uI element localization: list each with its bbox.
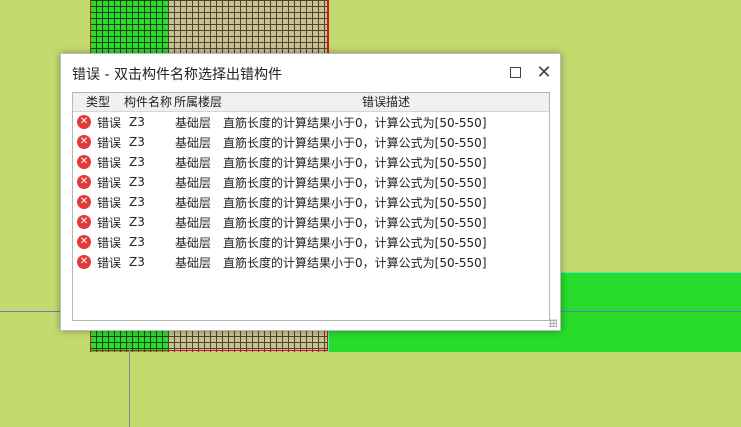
column-header-description[interactable]: 错误描述 <box>223 93 549 111</box>
table-row[interactable]: ✕ 错误 Z3 基础层 直筋长度的计算结果小于0，计算公式为[50-550] <box>73 232 549 252</box>
close-icon: ✕ <box>536 61 552 83</box>
error-x-icon: ✕ <box>77 135 91 149</box>
table-row[interactable]: ✕ 错误 Z3 基础层 直筋长度的计算结果小于0，计算公式为[50-550] <box>73 172 549 192</box>
component-name-cell[interactable]: Z3 <box>123 175 173 189</box>
component-name-cell[interactable]: Z3 <box>123 195 173 209</box>
column-header-name[interactable]: 构件名称 <box>123 93 173 111</box>
type-cell: ✕ 错误 <box>73 154 123 171</box>
error-x-icon: ✕ <box>77 215 91 229</box>
type-label: 错误 <box>97 135 122 150</box>
description-cell: 直筋长度的计算结果小于0，计算公式为[50-550] <box>223 135 487 150</box>
floor-cell: 基础层 <box>175 115 212 130</box>
column-header-floor[interactable]: 所属楼层 <box>173 93 223 111</box>
floor-cell: 基础层 <box>175 235 212 250</box>
type-label: 错误 <box>97 255 122 270</box>
floor-cell: 基础层 <box>175 195 212 210</box>
component-name-cell[interactable]: Z3 <box>123 235 173 249</box>
error-dialog: 错误 - 双击构件名称选择出错构件 ✕ 类型 构件名称 所属楼层 错误描述 ✕ 错… <box>60 53 561 331</box>
description-cell: 直筋长度的计算结果小于0，计算公式为[50-550] <box>223 215 487 230</box>
component-name-cell[interactable]: Z3 <box>123 135 173 149</box>
list-header: 类型 构件名称 所属楼层 错误描述 <box>73 93 549 112</box>
dialog-titlebar[interactable]: 错误 - 双击构件名称选择出错构件 ✕ <box>61 54 560 90</box>
type-label: 错误 <box>97 215 122 230</box>
type-cell: ✕ 错误 <box>73 134 123 151</box>
list-rows: ✕ 错误 Z3 基础层 直筋长度的计算结果小于0，计算公式为[50-550] ✕ 错误 Z3 基… <box>73 112 549 272</box>
type-cell: ✕ 错误 <box>73 114 123 131</box>
description-cell: 直筋长度的计算结果小于0，计算公式为[50-550] <box>223 175 487 190</box>
type-label: 错误 <box>97 155 122 170</box>
close-button[interactable]: ✕ <box>533 61 555 83</box>
maximize-button[interactable] <box>504 62 526 82</box>
maximize-icon <box>509 66 521 78</box>
floor-cell: 基础层 <box>175 215 212 230</box>
error-x-icon: ✕ <box>77 195 91 209</box>
table-row[interactable]: ✕ 错误 Z3 基础层 直筋长度的计算结果小于0，计算公式为[50-550] <box>73 212 549 232</box>
type-label: 错误 <box>97 195 122 210</box>
type-cell: ✕ 错误 <box>73 234 123 251</box>
type-cell: ✕ 错误 <box>73 194 123 211</box>
table-row[interactable]: ✕ 错误 Z3 基础层 直筋长度的计算结果小于0，计算公式为[50-550] <box>73 132 549 152</box>
axis-line-vertical <box>129 340 130 427</box>
error-x-icon: ✕ <box>77 175 91 189</box>
floor-cell: 基础层 <box>175 135 212 150</box>
floor-cell: 基础层 <box>175 175 212 190</box>
type-label: 错误 <box>97 175 122 190</box>
component-name-cell[interactable]: Z3 <box>123 115 173 129</box>
type-label: 错误 <box>97 115 122 130</box>
type-label: 错误 <box>97 235 122 250</box>
error-x-icon: ✕ <box>77 155 91 169</box>
floor-cell: 基础层 <box>175 255 212 270</box>
table-row[interactable]: ✕ 错误 Z3 基础层 直筋长度的计算结果小于0，计算公式为[50-550] <box>73 152 549 172</box>
description-cell: 直筋长度的计算结果小于0，计算公式为[50-550] <box>223 155 487 170</box>
error-x-icon: ✕ <box>77 235 91 249</box>
error-list[interactable]: 类型 构件名称 所属楼层 错误描述 ✕ 错误 Z3 基础层 直筋长度的计算结果小于0，计… <box>72 92 550 321</box>
table-row[interactable]: ✕ 错误 Z3 基础层 直筋长度的计算结果小于0，计算公式为[50-550] <box>73 192 549 212</box>
table-row[interactable]: ✕ 错误 Z3 基础层 直筋长度的计算结果小于0，计算公式为[50-550] <box>73 112 549 132</box>
description-cell: 直筋长度的计算结果小于0，计算公式为[50-550] <box>223 195 487 210</box>
type-cell: ✕ 错误 <box>73 254 123 271</box>
error-x-icon: ✕ <box>77 115 91 129</box>
column-header-type[interactable]: 类型 <box>73 93 123 111</box>
table-row[interactable]: ✕ 错误 Z3 基础层 直筋长度的计算结果小于0，计算公式为[50-550] <box>73 252 549 272</box>
type-cell: ✕ 错误 <box>73 214 123 231</box>
dialog-title: 错误 - 双击构件名称选择出错构件 <box>72 67 282 83</box>
component-name-cell[interactable]: Z3 <box>123 255 173 269</box>
resize-grip[interactable] <box>549 319 557 327</box>
component-name-cell[interactable]: Z3 <box>123 155 173 169</box>
component-name-cell[interactable]: Z3 <box>123 215 173 229</box>
description-cell: 直筋长度的计算结果小于0，计算公式为[50-550] <box>223 115 487 130</box>
error-x-icon: ✕ <box>77 255 91 269</box>
type-cell: ✕ 错误 <box>73 174 123 191</box>
description-cell: 直筋长度的计算结果小于0，计算公式为[50-550] <box>223 235 487 250</box>
floor-cell: 基础层 <box>175 155 212 170</box>
description-cell: 直筋长度的计算结果小于0，计算公式为[50-550] <box>223 255 487 270</box>
